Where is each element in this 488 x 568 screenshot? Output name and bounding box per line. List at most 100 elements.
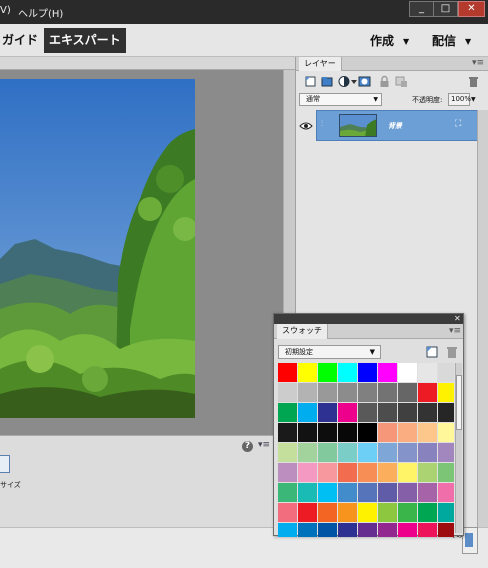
color-swatch[interactable] — [358, 483, 377, 502]
color-swatch[interactable] — [298, 423, 317, 442]
color-swatch[interactable] — [318, 483, 337, 502]
color-swatch[interactable] — [398, 443, 417, 462]
color-swatch[interactable] — [378, 483, 397, 502]
color-swatch[interactable] — [378, 463, 397, 482]
lock-icon[interactable] — [378, 75, 391, 88]
color-swatch[interactable] — [438, 483, 454, 502]
color-swatch[interactable] — [418, 483, 437, 502]
create-menu[interactable]: 作成 ▼ — [370, 32, 409, 49]
color-swatch[interactable] — [438, 503, 454, 522]
color-swatch[interactable] — [378, 523, 397, 537]
color-swatch[interactable] — [278, 443, 297, 462]
minimize-button[interactable]: _ — [409, 1, 434, 17]
color-swatch[interactable] — [398, 523, 417, 537]
color-swatch[interactable] — [358, 403, 377, 422]
color-swatch[interactable] — [358, 383, 377, 402]
tab-guided[interactable]: ガイド — [0, 28, 43, 53]
color-swatch[interactable] — [378, 383, 397, 402]
share-menu[interactable]: 配信 ▼ — [432, 32, 471, 49]
chevron-down-icon[interactable]: ▼ — [471, 96, 476, 103]
color-swatch[interactable] — [278, 383, 297, 402]
color-swatch[interactable] — [338, 483, 357, 502]
menu-item-view[interactable]: V) — [0, 5, 11, 16]
color-swatch[interactable] — [398, 463, 417, 482]
resize-tool-icon[interactable] — [0, 455, 10, 473]
color-swatch[interactable] — [398, 483, 417, 502]
color-swatch[interactable] — [378, 423, 397, 442]
color-swatch[interactable] — [398, 383, 417, 402]
color-swatch[interactable] — [418, 523, 437, 537]
layer-mask-icon[interactable] — [358, 75, 371, 88]
color-swatch[interactable] — [418, 383, 437, 402]
color-swatch[interactable] — [358, 523, 377, 537]
new-swatch-icon[interactable] — [425, 345, 439, 359]
color-swatch[interactable] — [418, 443, 437, 462]
color-swatch[interactable] — [338, 523, 357, 537]
tab-swatches[interactable]: スウォッチ — [277, 324, 328, 339]
color-swatch[interactable] — [398, 403, 417, 422]
color-swatch[interactable] — [278, 463, 297, 482]
layers-panel-menu-icon[interactable]: ▾≡ — [472, 58, 484, 68]
color-swatch[interactable] — [298, 523, 317, 537]
color-swatch[interactable] — [278, 363, 297, 382]
color-swatch[interactable] — [338, 383, 357, 402]
color-swatch[interactable] — [318, 503, 337, 522]
color-swatch[interactable] — [298, 463, 317, 482]
color-swatch[interactable] — [278, 403, 297, 422]
swatches-titlebar[interactable]: ✕ — [274, 314, 463, 324]
color-swatch[interactable] — [378, 403, 397, 422]
color-swatch[interactable] — [318, 523, 337, 537]
bin-menu-icon[interactable]: ▾≡ — [258, 440, 270, 450]
color-swatch[interactable] — [318, 383, 337, 402]
color-swatch[interactable] — [318, 423, 337, 442]
color-swatch[interactable] — [338, 503, 357, 522]
delete-swatch-icon[interactable] — [445, 345, 459, 359]
color-swatch[interactable] — [438, 423, 454, 442]
color-swatch[interactable] — [338, 463, 357, 482]
color-swatch[interactable] — [398, 423, 417, 442]
color-swatch[interactable] — [278, 523, 297, 537]
color-swatch[interactable] — [338, 403, 357, 422]
color-swatch[interactable] — [358, 503, 377, 522]
color-swatch[interactable] — [418, 463, 437, 482]
color-swatch[interactable] — [298, 443, 317, 462]
help-icon[interactable]: ? — [242, 441, 253, 452]
more-options-control[interactable] — [462, 527, 478, 554]
color-swatch[interactable] — [278, 423, 297, 442]
close-window-button[interactable]: ✕ — [458, 1, 485, 17]
color-swatch[interactable] — [298, 403, 317, 422]
color-swatch[interactable] — [378, 443, 397, 462]
color-swatch[interactable] — [418, 503, 437, 522]
delete-layer-icon[interactable] — [467, 75, 480, 88]
swatches-scroll-thumb[interactable] — [456, 375, 462, 430]
color-swatch[interactable] — [338, 363, 357, 382]
color-swatch[interactable] — [298, 483, 317, 502]
blend-mode-select[interactable]: 通常 ▼ — [299, 93, 382, 106]
color-swatch[interactable] — [438, 383, 454, 402]
color-swatch[interactable] — [398, 503, 417, 522]
tab-expert[interactable]: エキスパート — [44, 28, 126, 53]
layers-scrollbar[interactable] — [477, 110, 488, 527]
restore-button[interactable]: □ — [433, 1, 458, 17]
color-swatch[interactable] — [358, 463, 377, 482]
color-swatch[interactable] — [318, 463, 337, 482]
color-swatch[interactable] — [398, 363, 417, 382]
color-swatch[interactable] — [318, 443, 337, 462]
color-swatch[interactable] — [438, 463, 454, 482]
color-swatch[interactable] — [298, 383, 317, 402]
new-layer-icon[interactable] — [304, 75, 317, 88]
color-swatch[interactable] — [358, 423, 377, 442]
close-icon[interactable]: ✕ — [454, 314, 461, 323]
swatches-scrollbar[interactable] — [455, 363, 462, 533]
color-swatch[interactable] — [378, 503, 397, 522]
document-photo[interactable] — [0, 79, 195, 418]
color-swatch[interactable] — [318, 403, 337, 422]
color-swatch[interactable] — [358, 443, 377, 462]
color-swatch[interactable] — [278, 483, 297, 502]
color-swatch[interactable] — [438, 403, 454, 422]
eye-icon[interactable] — [299, 121, 313, 131]
color-swatch[interactable] — [438, 523, 454, 537]
tab-layers[interactable]: レイヤー — [299, 57, 342, 71]
menu-item-help[interactable]: ヘルプ(H) — [18, 5, 63, 20]
canvas-area[interactable] — [0, 57, 295, 435]
